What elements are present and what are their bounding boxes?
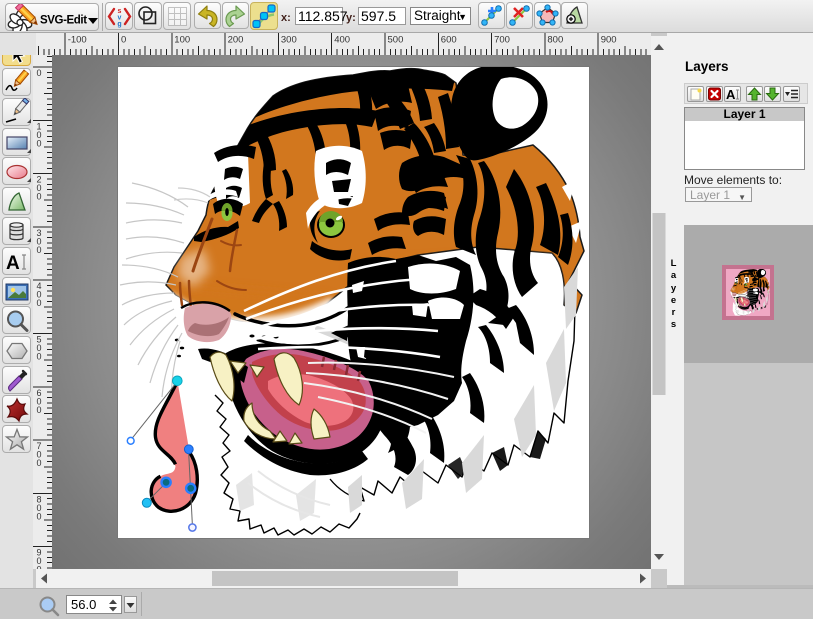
svg-text:900: 900 <box>37 548 42 569</box>
svg-text:200: 200 <box>228 35 244 46</box>
svg-text:600: 600 <box>37 388 42 415</box>
svg-text:300: 300 <box>37 228 42 255</box>
svg-text:200: 200 <box>37 175 42 202</box>
svg-text:-100: -100 <box>68 35 87 46</box>
svg-text:400: 400 <box>334 35 350 46</box>
svg-text:g: g <box>117 21 121 28</box>
svg-text:SVG-Edit: SVG-Edit <box>40 15 87 27</box>
svg-text:900: 900 <box>601 35 617 46</box>
svg-text:0: 0 <box>121 35 126 46</box>
svg-text:700: 700 <box>494 35 510 46</box>
svg-text:0: 0 <box>37 68 42 78</box>
svg-text:600: 600 <box>441 35 457 46</box>
svg-text:A: A <box>726 87 736 102</box>
svg-text:100: 100 <box>37 121 42 148</box>
svg-text:800: 800 <box>37 494 42 521</box>
svg-text:400: 400 <box>37 281 42 308</box>
svg-text:A: A <box>6 253 20 274</box>
svg-text:700: 700 <box>37 441 42 468</box>
svg-text:300: 300 <box>281 35 297 46</box>
svg-text:500: 500 <box>37 335 42 362</box>
svg-text:800: 800 <box>547 35 563 46</box>
svg-text:100: 100 <box>174 35 190 46</box>
svg-text:500: 500 <box>388 35 404 46</box>
